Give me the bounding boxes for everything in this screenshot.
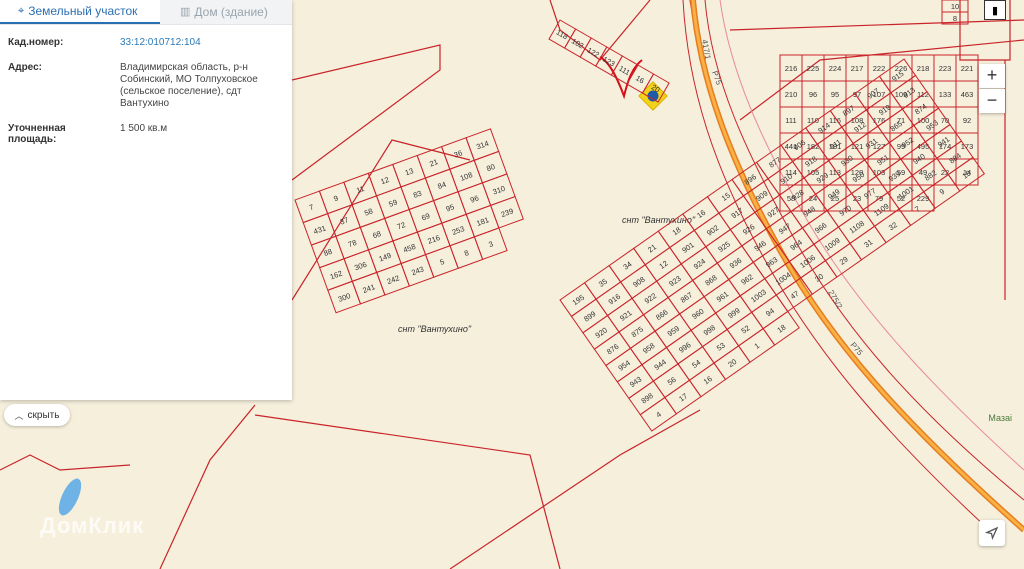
location-pin-icon: ⌖: [18, 5, 25, 17]
navigation-arrow-icon: [985, 526, 999, 540]
parcel-number: 224: [829, 64, 842, 73]
locate-me-button[interactable]: [979, 520, 1005, 546]
parcel-number: 225: [807, 64, 820, 73]
layers-icon[interactable]: ▮: [984, 0, 1006, 20]
parcel-number: 8: [953, 14, 957, 23]
parcel-number: 111: [785, 116, 796, 125]
domclick-watermark: ДомКлик: [40, 513, 145, 538]
parcel-number: 133: [939, 90, 952, 99]
address-value: Владимирская область, р-н Собинский, МО …: [120, 62, 258, 109]
address-label: Адрес:: [8, 62, 42, 73]
building-icon: ▥: [180, 6, 191, 18]
parcel-number: 218: [917, 64, 930, 73]
settlement-label-2: снт "Вантухино": [398, 324, 472, 334]
chevron-up-icon: ︿: [14, 410, 24, 421]
area-label: Уточненная площадь:: [8, 123, 66, 145]
tab-house[interactable]: ▥ Дом (здание): [160, 0, 292, 24]
parcel-number: 216: [785, 64, 798, 73]
collapse-button[interactable]: ︿ скрыть: [4, 404, 70, 426]
tab-land-plot-label: Земельный участок: [28, 4, 138, 18]
zoom-in-button[interactable]: +: [979, 64, 1005, 88]
parcel-number: 463: [961, 90, 974, 99]
parcel-number: 182: [807, 142, 820, 151]
collapse-label: скрыть: [27, 409, 60, 421]
misc-map-label: Мазаі: [988, 413, 1012, 423]
cadastral-number-link[interactable]: 33:12:010712:104: [120, 37, 260, 49]
parcel-number: 223: [939, 64, 952, 73]
parcel-number: 92: [963, 116, 971, 125]
parcel-number: 103: [873, 168, 886, 177]
parcel-number: 217: [851, 64, 864, 73]
area-value: 1 500 кв.м: [120, 123, 168, 134]
parcel-number: 176: [873, 116, 886, 125]
tab-house-label: Дом (здание): [194, 5, 268, 19]
tab-land-plot[interactable]: ⌖ Земельный участок: [0, 0, 160, 24]
zoom-out-button[interactable]: −: [979, 89, 1005, 113]
parcel-number: 222: [873, 64, 886, 73]
info-panel: ⌖ Земельный участок ▥ Дом (здание) Кад.н…: [0, 0, 292, 400]
parcel-number: 221: [961, 64, 974, 73]
parcel-number: 210: [785, 90, 798, 99]
parcel-number: 96: [809, 90, 817, 99]
parcel-number: 95: [831, 90, 839, 99]
parcel-number: 10: [951, 2, 959, 11]
cadastral-label: Кад.номер:: [8, 37, 64, 48]
tab-bar: ⌖ Земельный участок ▥ Дом (здание): [0, 0, 292, 25]
